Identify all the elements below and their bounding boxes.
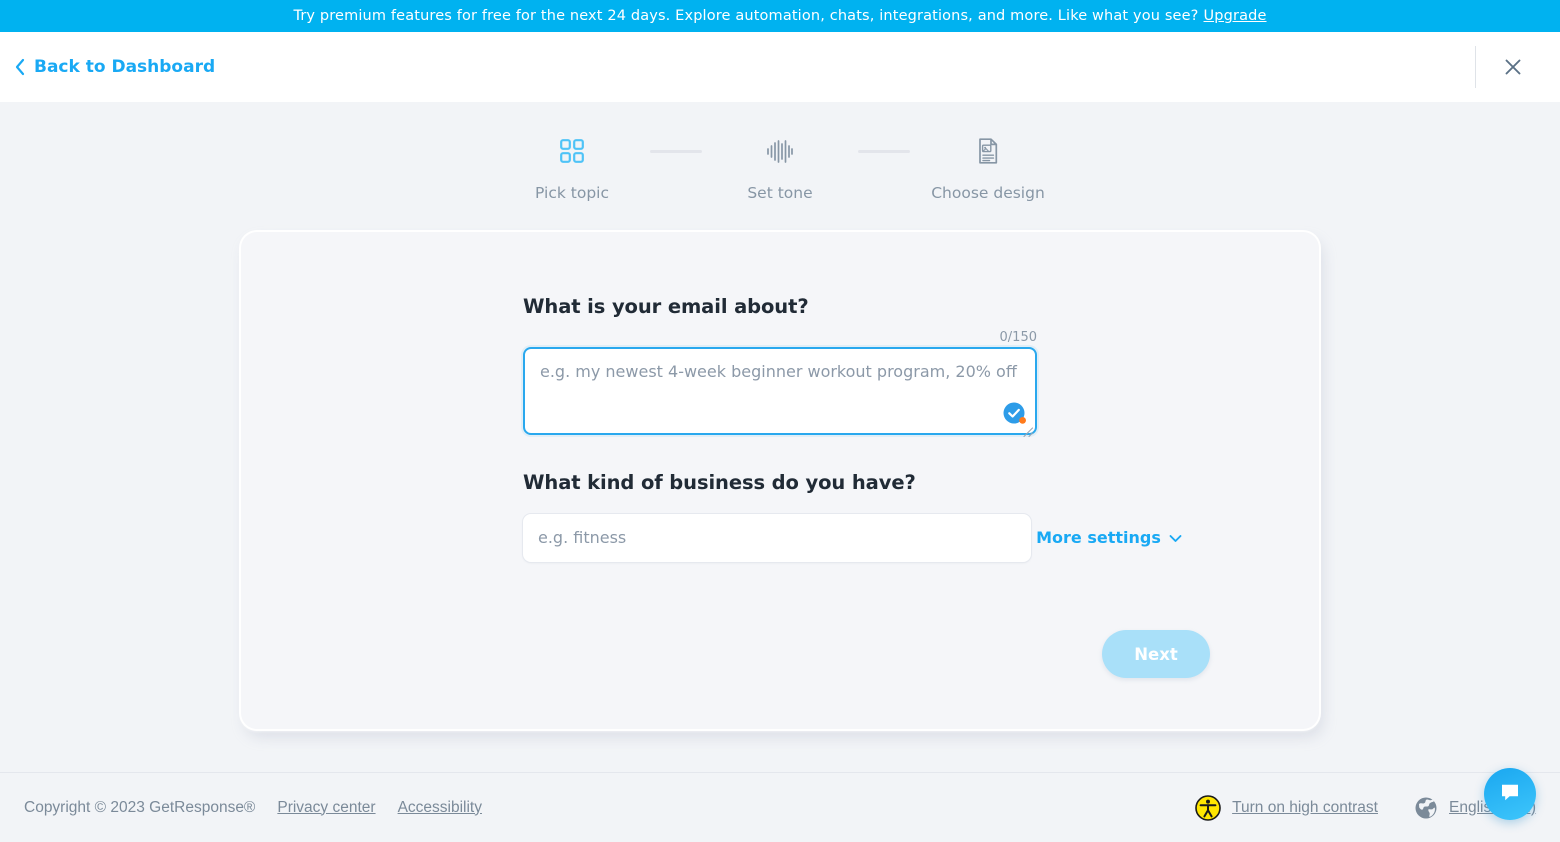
step-connector-1 — [650, 150, 702, 153]
promo-banner-text: Try premium features for free for the ne… — [293, 8, 1199, 24]
high-contrast-label: Turn on high contrast — [1232, 798, 1378, 816]
topic-counter-row: 0/150 — [523, 330, 1037, 345]
chat-button[interactable] — [1484, 768, 1536, 820]
wizard-card-inner: What is your email about? 0/150 e.g. my … — [241, 232, 1319, 562]
topic-field-label: What is your email about? — [523, 295, 809, 318]
accessibility-icon — [1195, 794, 1221, 821]
upgrade-link[interactable]: Upgrade — [1204, 8, 1267, 24]
accessibility-link[interactable]: Accessibility — [398, 799, 482, 817]
privacy-center-link[interactable]: Privacy center — [277, 799, 375, 817]
step-label: Pick topic — [535, 184, 609, 202]
business-input[interactable] — [523, 513, 1031, 562]
wizard-stepper: Pick topic Set tone Choose design — [0, 134, 1560, 202]
topic-input[interactable] — [523, 347, 1037, 435]
step-label: Choose design — [931, 184, 1045, 202]
promo-banner: Try premium features for free for the ne… — [0, 0, 1560, 32]
footer-left: Copyright © 2023 GetResponse® Privacy ce… — [24, 799, 482, 817]
wizard-card-wrap: What is your email about? 0/150 e.g. my … — [0, 232, 1560, 729]
grammarly-check-icon[interactable] — [1002, 401, 1028, 427]
topic-char-counter: 0/150 — [999, 330, 1037, 345]
globe-icon — [1414, 796, 1438, 820]
top-bar-right — [1475, 32, 1538, 102]
more-settings-label: More settings — [1036, 528, 1161, 547]
topic-input-wrap — [523, 347, 1037, 439]
grid-squares-icon — [559, 134, 585, 168]
step-pick-topic[interactable]: Pick topic — [494, 134, 650, 202]
document-image-icon — [975, 134, 1001, 168]
chevron-left-icon — [14, 58, 25, 76]
chevron-down-icon — [1169, 528, 1182, 547]
footer: Copyright © 2023 GetResponse® Privacy ce… — [0, 768, 1560, 842]
next-button[interactable]: Next — [1102, 630, 1210, 678]
top-bar-divider — [1475, 46, 1476, 88]
step-label: Set tone — [747, 184, 813, 202]
copyright-text: Copyright © 2023 GetResponse® — [24, 798, 256, 816]
close-icon — [1505, 59, 1521, 75]
step-choose-design[interactable]: Choose design — [910, 134, 1066, 202]
wizard-card: What is your email about? 0/150 e.g. my … — [241, 232, 1319, 729]
next-button-row: Next — [1102, 630, 1210, 678]
back-to-dashboard-label: Back to Dashboard — [34, 57, 216, 77]
business-field-label: What kind of business do you have? — [523, 471, 916, 494]
step-set-tone[interactable]: Set tone — [702, 134, 858, 202]
chat-bubble-icon — [1498, 780, 1522, 808]
high-contrast-toggle[interactable]: Turn on high contrast — [1195, 794, 1378, 821]
waveform-icon — [766, 134, 794, 168]
back-to-dashboard-button[interactable]: Back to Dashboard — [10, 51, 219, 83]
close-button[interactable] — [1496, 50, 1530, 84]
top-bar: Back to Dashboard — [0, 32, 1560, 102]
main-content: Pick topic Set tone Choose design What i… — [0, 102, 1560, 772]
more-settings-toggle[interactable]: More settings — [1036, 528, 1182, 547]
step-connector-2 — [858, 150, 910, 153]
